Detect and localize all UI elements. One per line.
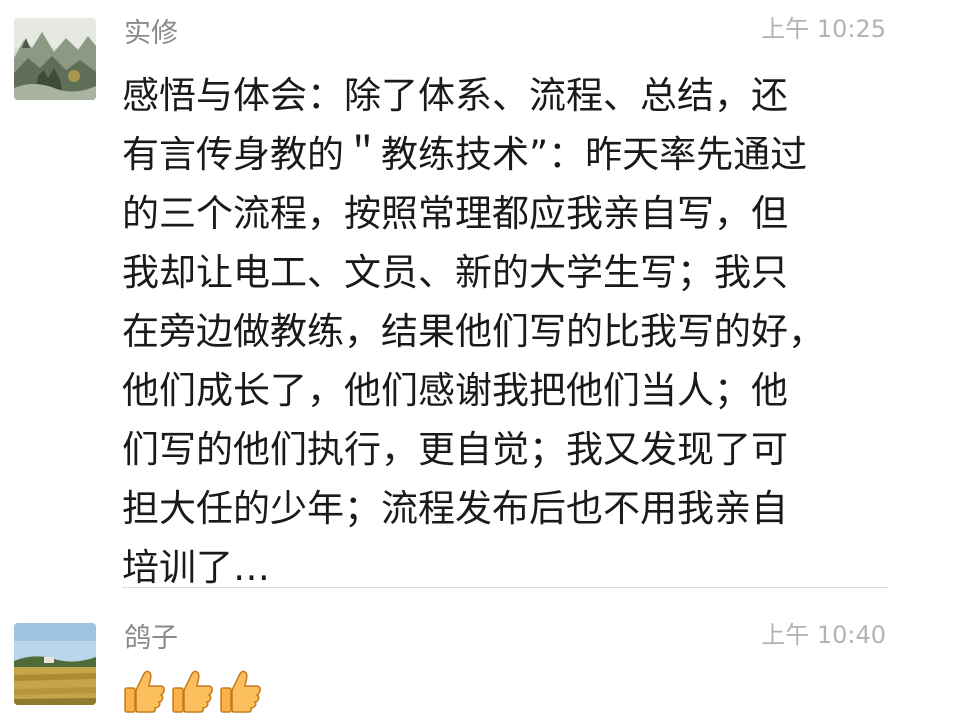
message-line: 们写的他们执行，更自觉；我又发现了可 [122,428,788,471]
message-line: 培训了… [122,546,270,589]
reaction-emoji-row [124,668,262,716]
thumbs-up-icon [124,670,165,713]
message-line: 感悟与体会：除了体系、流程、总结，还 [122,74,788,117]
avatar[interactable] [14,18,96,100]
avatar[interactable] [14,623,96,705]
message-line: 他们成长了，他们感谢我把他们当人；他 [122,369,788,412]
thumbs-up-icon [172,670,213,713]
sender-name[interactable]: 实修 [124,17,178,51]
message-item: 实修 上午 10:25 感悟与体会：除了体系、流程、总结，还 有言传身教的＂教练… [0,0,970,590]
message-line: 有言传身教的＂教练技术”：昨天率先通过 [122,133,808,176]
sender-name[interactable]: 鸽子 [124,622,178,656]
message-line: 我却让电工、文员、新的大学生写；我只 [122,251,788,294]
message-text: 感悟与体会：除了体系、流程、总结，还 有言传身教的＂教练技术”：昨天率先通过 的… [122,66,892,597]
message-line: 担大任的少年；流程发布后也不用我亲自 [122,487,788,530]
message-time: 上午 10:25 [761,15,886,43]
message-line: 在旁边做教练，结果他们写的比我写的好， [122,310,825,353]
field-landscape-avatar-icon [14,623,96,705]
divider [122,587,888,588]
chat-moments-view: 实修 上午 10:25 感悟与体会：除了体系、流程、总结，还 有言传身教的＂教练… [0,0,970,728]
message-time: 上午 10:40 [761,621,886,649]
message-line: 的三个流程，按照常理都应我亲自写，但 [122,192,788,235]
thumbs-up-icon [220,670,261,713]
landscape-painting-avatar-icon [14,18,96,100]
